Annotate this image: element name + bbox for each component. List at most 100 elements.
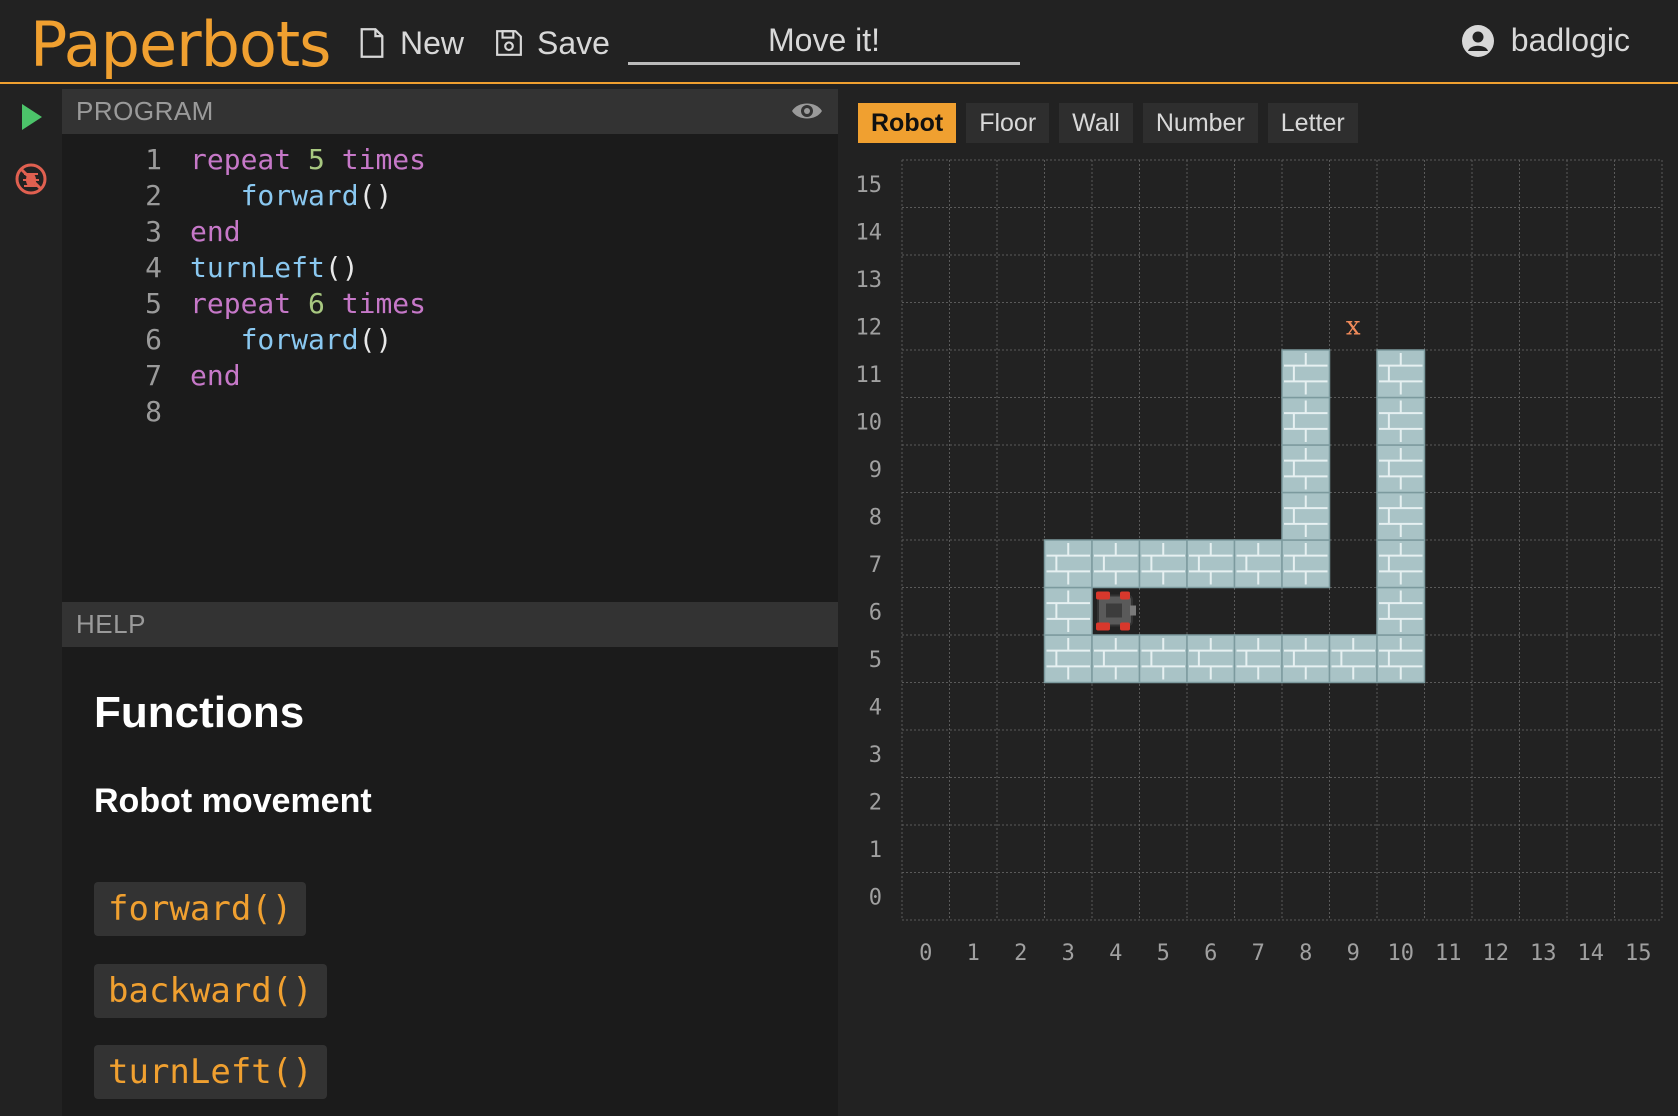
x-axis-label: 12 [1483,941,1510,966]
code-text: repeat 6 times [190,286,426,322]
y-axis-label: 7 [869,553,882,578]
tab-floor[interactable]: Floor [966,103,1050,143]
world-grid[interactable]: x01234567891011121314150 1 2 3 4 5 6 7 8 9 10 11 12 1… [838,89,1678,1116]
wall-tile[interactable] [1376,491,1426,541]
wall-tile[interactable] [1138,634,1188,684]
wall-tile[interactable] [1043,634,1093,684]
y-axis-label: 14 [856,220,883,245]
code-line[interactable]: 7 end [62,358,838,394]
new-button[interactable]: New [358,22,464,64]
wall-tile[interactable] [1281,634,1331,684]
x-axis-label: 5 [1157,941,1170,966]
line-number: 8 [145,395,162,428]
function-forward[interactable]: forward() [94,882,307,936]
app-logo[interactable]: Paperbots [30,8,331,81]
robot-icon[interactable] [1096,591,1136,631]
wall-tile[interactable] [1233,634,1283,684]
project-title-input[interactable] [628,18,1020,65]
y-axis-label: 15 [856,173,883,198]
x-axis-label: 11 [1435,941,1462,966]
code-text: forward() [190,322,393,358]
run-icon[interactable] [14,100,48,134]
x-axis-label: 3 [1062,941,1075,966]
function-turnleft[interactable]: turnLeft() [94,1045,327,1099]
save-icon [496,30,522,56]
code-text: end [190,358,241,394]
code-token: repeat [190,287,309,320]
wall-tile[interactable] [1281,349,1331,399]
y-axis-label: 12 [856,315,883,340]
y-axis-label: 2 [869,790,882,815]
help-heading: HELP [76,609,146,639]
help-title: Functions [94,688,305,737]
wall-tile[interactable] [1376,349,1426,399]
wall-tile[interactable] [1138,539,1188,589]
wall-tile[interactable] [1091,539,1141,589]
app-header: Paperbots New Save badlogic [0,0,1678,84]
tab-robot[interactable]: Robot [858,103,957,143]
line-number: 1 [145,143,162,176]
wall-tile[interactable] [1043,586,1093,636]
wall-tile[interactable] [1091,634,1141,684]
code-line[interactable]: 5 repeat 6 times [62,286,838,322]
help-panel-header: HELP [62,602,838,647]
debug-icon[interactable] [14,162,48,196]
wall-tile[interactable] [1281,539,1331,589]
code-token: () [324,251,359,284]
code-text: end [190,214,241,250]
world-tool-tabs: Robot Floor Wall Number Letter [858,103,1358,143]
line-number: 7 [145,359,162,392]
y-axis-label: 11 [856,363,883,388]
robot-part [1096,591,1110,600]
wall-tile[interactable] [1376,586,1426,636]
wall-tile[interactable] [1043,539,1093,589]
x-axis-label: 4 [1109,941,1122,966]
new-button-label: New [400,24,465,61]
code-line[interactable]: 1 repeat 5 times [62,142,838,178]
tab-letter[interactable]: Letter [1267,103,1358,143]
wall-tile[interactable] [1376,444,1426,494]
code-line[interactable]: 2 forward() [62,178,838,214]
wall-tile[interactable] [1281,491,1331,541]
user-avatar-icon [1461,24,1494,57]
code-token: repeat [190,143,309,176]
username-label: badlogic [1510,22,1630,58]
code-line[interactable]: 6 forward() [62,322,838,358]
user-menu[interactable]: badlogic [1461,22,1630,59]
wall-tile[interactable] [1233,539,1283,589]
function-backward[interactable]: backward() [94,964,327,1018]
wall-tile[interactable] [1376,396,1426,446]
y-axis-label: 4 [869,695,882,720]
x-axis-label: 2 [1014,941,1027,966]
code-token: forward [240,179,359,212]
code-token: times [324,143,427,176]
code-line[interactable]: 8 [62,394,838,430]
x-axis-label: 6 [1204,941,1217,966]
program-heading: PROGRAM [76,96,214,126]
wall-tile[interactable] [1186,539,1236,589]
wall-tile[interactable] [1186,634,1236,684]
x-axis-label: 1 [967,941,980,966]
wall-tile[interactable] [1376,634,1426,684]
tab-number[interactable]: Number [1142,103,1258,143]
x-axis-label: 9 [1347,941,1360,966]
line-number: 4 [145,251,162,284]
code-text: forward() [190,178,393,214]
line-number: 6 [145,323,162,356]
save-button[interactable]: Save [495,22,610,64]
eye-icon[interactable] [790,99,824,123]
code-editor[interactable]: 1 repeat 5 times 2 forward() 3 end 4 turnLeft(… [62,134,838,430]
tab-wall[interactable]: Wall [1059,103,1133,143]
wall-tile[interactable] [1328,634,1378,684]
code-line[interactable]: 3 end [62,214,838,250]
y-axis-label: 8 [869,505,882,530]
x-axis-label: 0 [919,941,932,966]
wall-tile[interactable] [1376,539,1426,589]
code-token: end [190,215,241,248]
wall-tile[interactable] [1281,444,1331,494]
code-token: turnLeft [190,251,325,284]
code-line[interactable]: 4 turnLeft() [62,250,838,286]
y-axis-label: 3 [869,743,882,768]
wall-tile[interactable] [1281,396,1331,446]
